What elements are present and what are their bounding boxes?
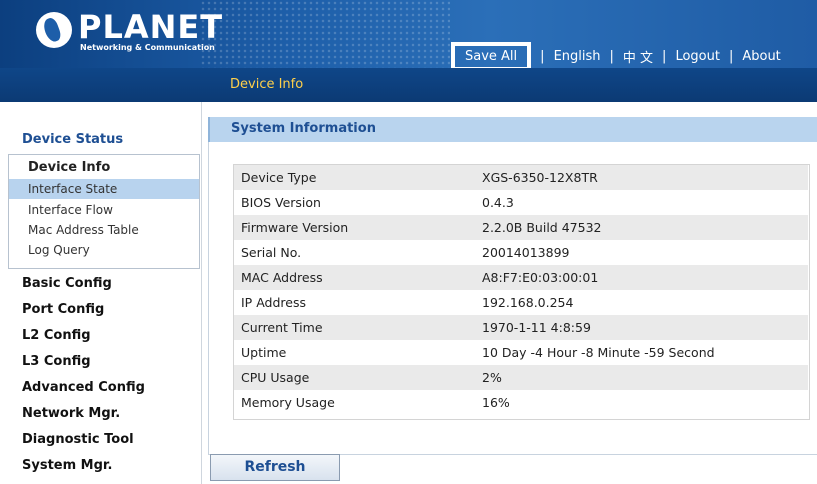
table-row: Current Time 1970-1-11 4:8:59 xyxy=(234,315,808,340)
row-value: 2% xyxy=(482,370,502,385)
sidebar-item-device-info[interactable]: Device Info xyxy=(9,158,199,178)
sidebar-item-advanced-config[interactable]: Advanced Config xyxy=(22,380,145,395)
top-header: PLANET Networking & Communication Save A… xyxy=(0,0,817,68)
sidebar: Device Status Device Info Interface Stat… xyxy=(0,102,202,484)
row-key: Uptime xyxy=(241,345,287,360)
sidebar-item-l2-config[interactable]: L2 Config xyxy=(22,328,91,343)
row-value: 20014013899 xyxy=(482,245,570,260)
table-row: IP Address 192.168.0.254 xyxy=(234,290,808,315)
row-value: 192.168.0.254 xyxy=(482,295,574,310)
row-value: 10 Day -4 Hour -8 Minute -59 Second xyxy=(482,345,715,360)
logo-tagline: Networking & Communication xyxy=(80,43,215,52)
row-key: Serial No. xyxy=(241,245,302,260)
row-value: 1970-1-11 4:8:59 xyxy=(482,320,591,335)
top-nav: Save All | English | 中 文 | Logout | Abou… xyxy=(451,41,781,68)
row-value: 0.4.3 xyxy=(482,195,514,210)
row-key: Device Type xyxy=(241,170,317,185)
sidebar-item-network-mgr[interactable]: Network Mgr. xyxy=(22,406,120,421)
sidebar-item-mac-address-table[interactable]: Mac Address Table xyxy=(9,220,199,240)
row-key: IP Address xyxy=(241,295,306,310)
system-info-table: Device Type XGS-6350-12X8TR BIOS Version 0… xyxy=(234,165,808,415)
table-row: Firmware Version 2.2.0B Build 47532 xyxy=(234,215,808,240)
row-key: Memory Usage xyxy=(241,395,335,410)
row-value: A8:F7:E0:03:00:01 xyxy=(482,270,599,285)
planet-logo-icon xyxy=(36,12,72,48)
nav-separator: | xyxy=(728,48,734,64)
sidebar-section-device-status[interactable]: Device Status xyxy=(22,132,123,147)
page-title: Device Info xyxy=(230,77,304,92)
refresh-button[interactable]: Refresh xyxy=(210,454,340,481)
sidebar-item-l3-config[interactable]: L3 Config xyxy=(22,354,91,369)
row-key: MAC Address xyxy=(241,270,323,285)
row-key: CPU Usage xyxy=(241,370,310,385)
sidebar-item-port-config[interactable]: Port Config xyxy=(22,302,104,317)
sidebar-item-interface-state[interactable]: Interface State xyxy=(9,179,199,199)
row-value: XGS-6350-12X8TR xyxy=(482,170,598,185)
save-all-button[interactable]: Save All xyxy=(451,41,532,68)
nav-separator: | xyxy=(540,48,545,64)
table-row: Uptime 10 Day -4 Hour -8 Minute -59 Secon… xyxy=(234,340,808,365)
row-key: Current Time xyxy=(241,320,323,335)
sidebar-item-log-query[interactable]: Log Query xyxy=(9,240,199,260)
table-row: BIOS Version 0.4.3 xyxy=(234,190,808,215)
panel-title: System Information xyxy=(231,121,376,136)
table-row: CPU Usage 2% xyxy=(234,365,808,390)
table-row: Serial No. 20014013899 xyxy=(234,240,808,265)
row-value: 16% xyxy=(482,395,510,410)
logout-link[interactable]: Logout xyxy=(675,49,720,64)
page-title-bar: Device Info xyxy=(0,68,817,102)
device-status-submenu: Device Info Interface State Interface Fl… xyxy=(8,154,200,269)
logo-brand: PLANET xyxy=(78,8,224,46)
table-row: Device Type XGS-6350-12X8TR xyxy=(234,165,808,190)
row-value: 2.2.0B Build 47532 xyxy=(482,220,602,235)
english-link[interactable]: English xyxy=(554,49,601,64)
chinese-link[interactable]: 中 文 xyxy=(623,47,653,66)
sidebar-item-system-mgr[interactable]: System Mgr. xyxy=(22,458,112,473)
header-pattern xyxy=(200,0,450,68)
system-information-header: System Information xyxy=(208,117,817,142)
nav-separator: | xyxy=(609,48,614,64)
row-key: Firmware Version xyxy=(241,220,349,235)
table-row: MAC Address A8:F7:E0:03:00:01 xyxy=(234,265,808,290)
sidebar-item-interface-flow[interactable]: Interface Flow xyxy=(9,200,199,220)
nav-separator: | xyxy=(662,48,667,64)
sidebar-item-diagnostic-tool[interactable]: Diagnostic Tool xyxy=(22,432,134,447)
table-row: Memory Usage 16% xyxy=(234,390,808,415)
sidebar-item-basic-config[interactable]: Basic Config xyxy=(22,276,112,291)
about-link[interactable]: About xyxy=(742,49,780,64)
row-key: BIOS Version xyxy=(241,195,321,210)
